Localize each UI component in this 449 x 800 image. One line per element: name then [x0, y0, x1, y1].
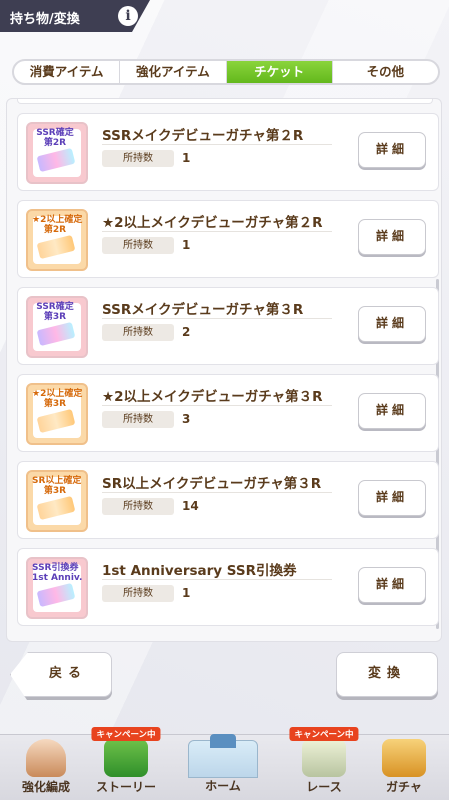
count-value: 3	[182, 412, 191, 426]
list-item: SSR確定 第3R SSRメイクデビューガチャ第３R 所持数 2 詳細	[17, 287, 439, 365]
divider	[102, 405, 332, 406]
info-icon[interactable]: i	[118, 6, 138, 26]
nav-gacha[interactable]: ガチャ	[364, 735, 444, 800]
count-label: 所持数	[102, 237, 174, 254]
nav-story[interactable]: キャンペーン中 ストーリー	[86, 727, 166, 800]
item-name: ★2以上メイクデビューガチャ第３R	[102, 389, 323, 405]
count-value: 2	[182, 325, 191, 339]
gacha-icon	[382, 739, 426, 777]
tab-tickets[interactable]: チケット	[226, 61, 333, 83]
item-name: SSRメイクデビューガチャ第２R	[102, 128, 304, 144]
story-book-icon	[104, 739, 148, 777]
ticket-icon: SR以上確定 第3R	[26, 470, 88, 532]
divider	[102, 579, 332, 580]
count-label: 所持数	[102, 498, 174, 515]
detail-button[interactable]: 詳細	[358, 480, 426, 516]
count-value: 1	[182, 151, 191, 165]
ticket-icon: SSR確定 第2R	[26, 122, 88, 184]
count-label: 所持数	[102, 150, 174, 167]
ticket-icon: SSR確定 第3R	[26, 296, 88, 358]
detail-button[interactable]: 詳細	[358, 132, 426, 168]
back-button[interactable]: 戻る	[10, 652, 112, 697]
list-item: ★2以上確定 第2R ★2以上メイクデビューガチャ第２R 所持数 1 詳細	[17, 200, 439, 278]
divider	[102, 144, 332, 145]
ticket-icon: SSR引換券 1st Anniv.	[26, 557, 88, 619]
ticket-badge: ★2以上確定 第2R	[32, 215, 83, 235]
ticket-badge: SSR確定 第2R	[36, 128, 74, 148]
count-value: 14	[182, 499, 199, 513]
tab-consumables[interactable]: 消費アイテム	[14, 61, 121, 83]
ticket-badge: SR以上確定 第3R	[32, 476, 82, 496]
detail-button[interactable]: 詳細	[358, 219, 426, 255]
item-name: 1st Anniversary SSR引換券	[102, 563, 297, 579]
detail-button[interactable]: 詳細	[358, 306, 426, 342]
ticket-badge: SSR確定 第3R	[36, 302, 74, 322]
campaign-badge: キャンペーン中	[91, 727, 161, 741]
item-name: SR以上メイクデビューガチャ第３R	[102, 476, 322, 492]
home-roof	[210, 734, 236, 748]
divider	[102, 231, 332, 232]
campaign-badge: キャンペーン中	[289, 727, 359, 741]
divider	[102, 492, 332, 493]
ticket-badge: ★2以上確定 第3R	[32, 389, 83, 409]
page-title: 持ち物/変換	[10, 12, 80, 27]
nav-enhance-formation[interactable]: 強化編成	[6, 735, 86, 800]
race-icon	[302, 739, 346, 777]
exchange-button[interactable]: 変換	[336, 652, 438, 697]
ticket-icon: ★2以上確定 第2R	[26, 209, 88, 271]
item-name: SSRメイクデビューガチャ第３R	[102, 302, 304, 318]
nav-label: ホーム	[205, 779, 241, 793]
item-list[interactable]: SSR確定 第2R SSRメイクデビューガチャ第２R 所持数 1 詳細 ★2以上…	[6, 98, 442, 642]
divider	[102, 318, 332, 319]
nav-label: ストーリー	[95, 780, 156, 794]
count-value: 1	[182, 238, 191, 252]
tab-bar: 消費アイテム 強化アイテム チケット その他	[12, 59, 440, 85]
character-icon	[26, 739, 66, 777]
count-value: 1	[182, 586, 191, 600]
nav-label: 強化編成	[21, 780, 70, 794]
ticket-icon: ★2以上確定 第3R	[26, 383, 88, 445]
count-label: 所持数	[102, 324, 174, 341]
nav-home[interactable]: ホーム	[166, 734, 280, 800]
list-top-edge	[17, 99, 433, 104]
list-item: SSR引換券 1st Anniv. 1st Anniversary SSR引換券…	[17, 548, 439, 626]
count-label: 所持数	[102, 585, 174, 602]
list-item: SSR確定 第2R SSRメイクデビューガチャ第２R 所持数 1 詳細	[17, 113, 439, 191]
item-name: ★2以上メイクデビューガチャ第２R	[102, 215, 323, 231]
count-label: 所持数	[102, 411, 174, 428]
tab-enhancement[interactable]: 強化アイテム	[120, 61, 227, 83]
ticket-badge: SSR引換券 1st Anniv.	[32, 563, 83, 583]
nav-label: ガチャ	[386, 780, 422, 794]
nav-label: レース	[306, 780, 342, 794]
list-item: SR以上確定 第3R SR以上メイクデビューガチャ第３R 所持数 14 詳細	[17, 461, 439, 539]
detail-button[interactable]: 詳細	[358, 567, 426, 603]
tab-other[interactable]: その他	[333, 61, 438, 83]
nav-race[interactable]: キャンペーン中 レース	[284, 727, 364, 800]
detail-button[interactable]: 詳細	[358, 393, 426, 429]
list-item: ★2以上確定 第3R ★2以上メイクデビューガチャ第３R 所持数 3 詳細	[17, 374, 439, 452]
